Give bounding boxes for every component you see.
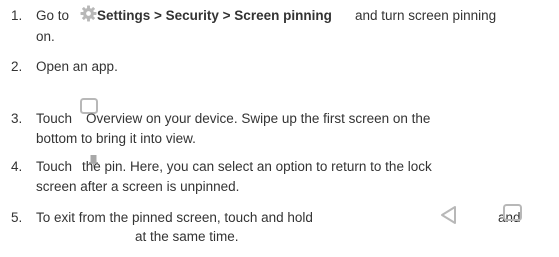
step-1-number: 1. <box>11 8 23 23</box>
step-3-continuation: bottom to bring it into view. <box>36 131 196 146</box>
step-3-prefix: Touch <box>36 111 73 126</box>
back-icon <box>441 206 456 224</box>
step-5-prefix: To exit from the pinned screen, touch an… <box>36 210 313 225</box>
step-5-number: 5. <box>11 210 23 225</box>
step-1-prefix: Go to <box>36 8 70 23</box>
settings-path: Settings > Security > Screen pinning <box>97 8 332 23</box>
step-1-continuation: on. <box>36 29 55 44</box>
gear-icon <box>80 5 97 22</box>
step-2-text: Open an app. <box>36 59 118 74</box>
step-3-number: 3. <box>11 111 23 126</box>
step-4-prefix: Touch <box>36 159 73 174</box>
step-1-suffix: and turn screen pinning <box>355 8 497 23</box>
step-3-suffix: Overview on your device. Swipe up the fi… <box>86 111 431 126</box>
step-4-continuation: screen after a screen is unpinned. <box>36 179 240 194</box>
step-5-continuation: at the same time. <box>135 229 239 244</box>
overview-icon <box>503 204 522 221</box>
step-4-suffix: the pin. Here, you can select an option … <box>82 159 432 174</box>
step-2-number: 2. <box>11 59 23 74</box>
step-4-number: 4. <box>11 159 23 174</box>
